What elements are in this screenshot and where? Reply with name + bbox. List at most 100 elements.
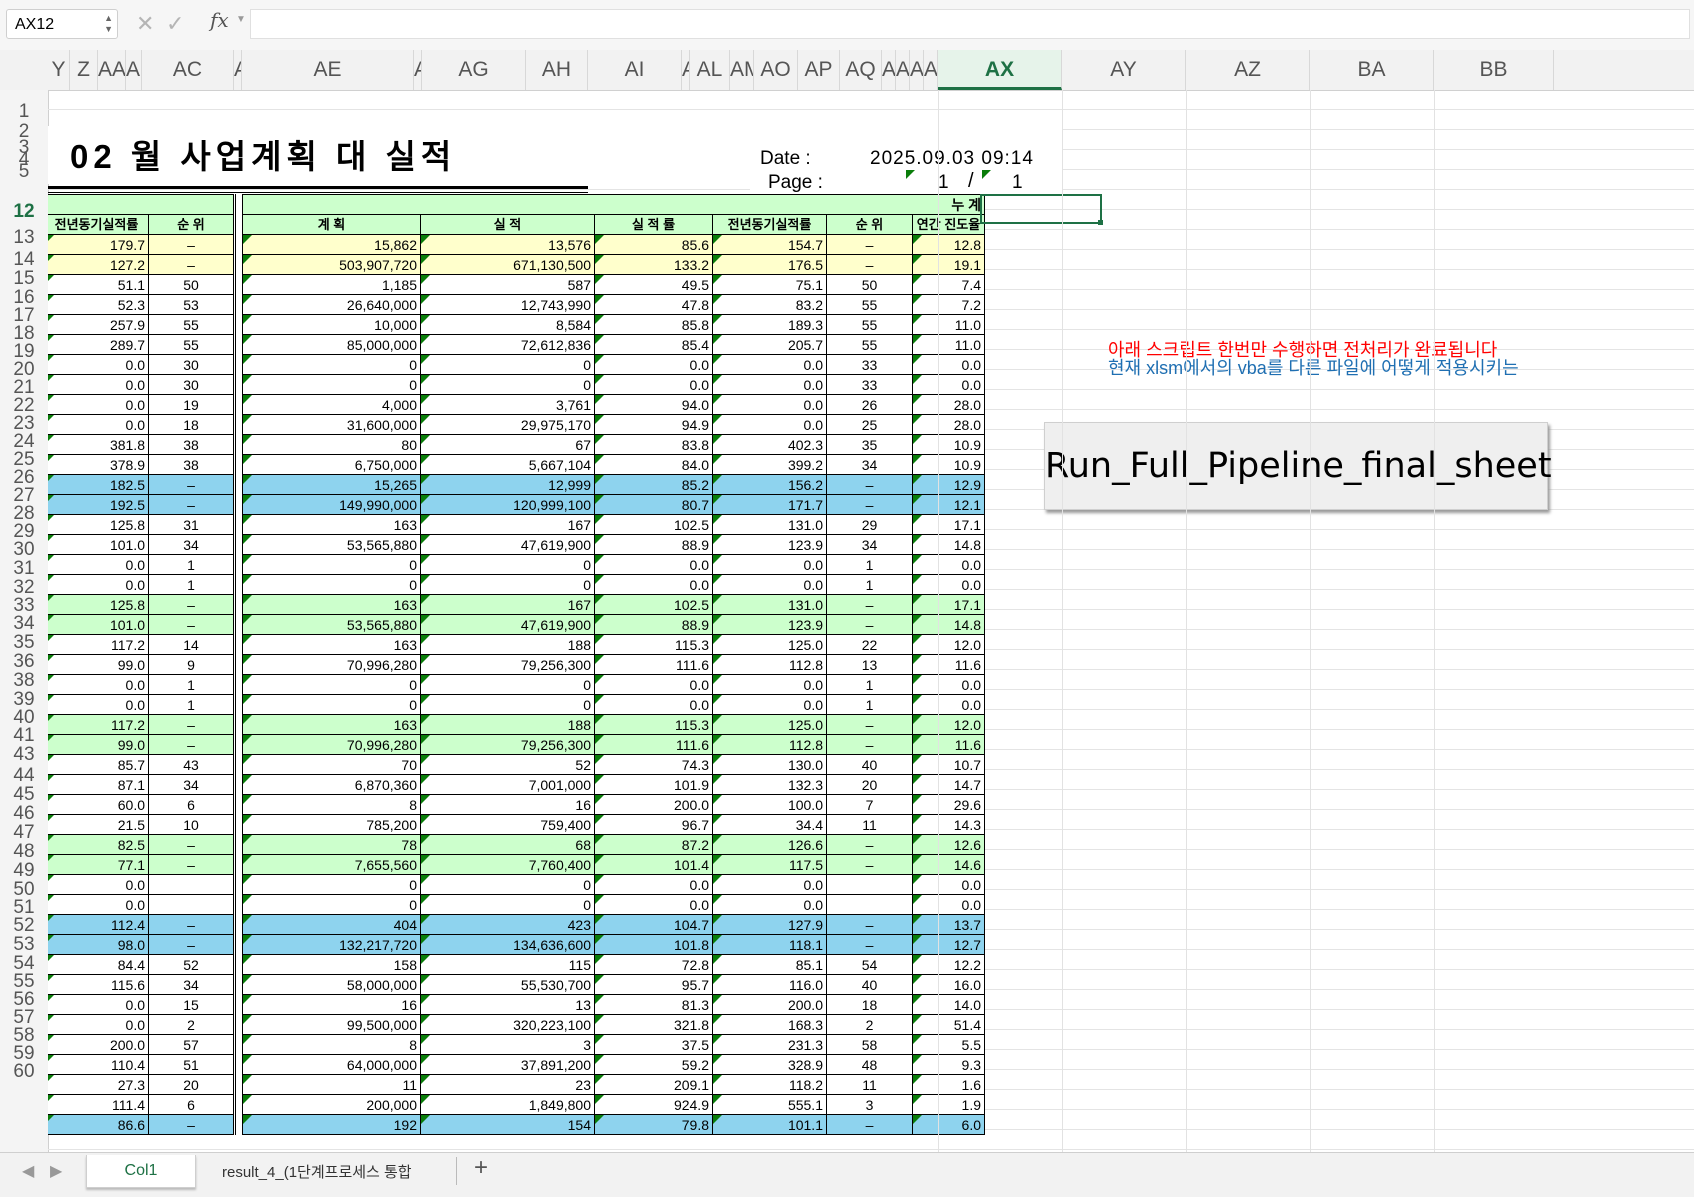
table-cell[interactable]: 0.0 (912, 354, 985, 375)
selected-cell[interactable] (980, 194, 1102, 224)
table-cell[interactable]: 6,750,000 (242, 454, 421, 475)
table-cell[interactable]: 1 (148, 694, 235, 715)
column-label[interactable]: 실 적 률 (594, 214, 713, 235)
table-cell[interactable]: 289.7 (48, 334, 149, 355)
table-cell[interactable]: 4,000 (242, 394, 421, 415)
row-header-36[interactable]: 36 (0, 652, 48, 671)
table-cell[interactable]: 101.4 (594, 854, 713, 875)
table-cell[interactable]: 1 (148, 554, 235, 575)
table-divider[interactable] (233, 194, 243, 1135)
table-cell[interactable]: 53,565,880 (242, 614, 421, 635)
table-cell[interactable]: 55 (826, 294, 913, 315)
table-cell[interactable]: 127.2 (48, 254, 149, 275)
column-header-ah[interactable]: AH (526, 50, 588, 90)
table-cell[interactable]: 189.3 (712, 314, 827, 335)
table-cell[interactable]: 0.0 (594, 874, 713, 895)
table-cell[interactable]: – (148, 594, 235, 615)
table-cell[interactable]: 154 (420, 1114, 595, 1135)
table-cell[interactable]: 0.0 (594, 354, 713, 375)
column-header-at[interactable]: AT (910, 50, 924, 90)
table-cell[interactable]: 40 (826, 754, 913, 775)
table-cell[interactable]: 72.8 (594, 954, 713, 975)
table-cell[interactable]: 257.9 (48, 314, 149, 335)
table-cell[interactable]: 1.6 (912, 1074, 985, 1095)
table-cell[interactable]: 77.1 (48, 854, 149, 875)
table-cell[interactable]: 123.9 (712, 614, 827, 635)
table-cell[interactable]: 28.0 (912, 414, 985, 435)
table-cell[interactable]: 0 (420, 554, 595, 575)
table-cell[interactable]: 8 (242, 794, 421, 815)
table-cell[interactable]: 116.0 (712, 974, 827, 995)
table-cell[interactable]: 38 (148, 454, 235, 475)
table-cell[interactable]: 101.9 (594, 774, 713, 795)
table-cell[interactable]: 0 (242, 874, 421, 895)
table-cell[interactable]: 0 (420, 874, 595, 895)
row-header-1[interactable]: 1 (0, 102, 48, 121)
table-cell[interactable]: 123.9 (712, 534, 827, 555)
table-cell[interactable]: 14.8 (912, 614, 985, 635)
column-header-a[interactable]: A (414, 50, 422, 90)
table-cell[interactable]: 125.0 (712, 634, 827, 655)
table-cell[interactable]: 26 (826, 394, 913, 415)
column-label[interactable]: 실 적 (420, 214, 595, 235)
table-cell[interactable]: 1 (826, 554, 913, 575)
table-cell[interactable]: 35 (826, 434, 913, 455)
table-cell[interactable]: 34 (826, 534, 913, 555)
table-cell[interactable]: – (148, 614, 235, 635)
table-cell[interactable]: 20 (826, 774, 913, 795)
table-cell[interactable]: 10.9 (912, 434, 985, 455)
table-cell[interactable]: – (148, 854, 235, 875)
table-cell[interactable]: 34 (148, 974, 235, 995)
table-cell[interactable]: 115.3 (594, 714, 713, 735)
table-cell[interactable]: 381.8 (48, 434, 149, 455)
table-cell[interactable]: 85.2 (594, 474, 713, 495)
table-cell[interactable]: 33 (826, 354, 913, 375)
column-header-y[interactable]: Y (48, 50, 70, 90)
function-icon[interactable]: fx (210, 8, 229, 32)
row-header-34[interactable]: 34 (0, 614, 48, 633)
table-cell[interactable]: – (826, 714, 913, 735)
table-cell[interactable]: 104.7 (594, 914, 713, 935)
table-cell[interactable]: 3 (420, 1034, 595, 1055)
table-cell[interactable]: 171.7 (712, 494, 827, 515)
table-cell[interactable]: 19.1 (912, 254, 985, 275)
table-cell[interactable]: 34 (148, 774, 235, 795)
table-cell[interactable]: 12.6 (912, 834, 985, 855)
table-cell[interactable]: 115.3 (594, 634, 713, 655)
table-cell[interactable]: 12,743,990 (420, 294, 595, 315)
table-cell[interactable]: 0.0 (712, 894, 827, 915)
table-cell[interactable]: 785,200 (242, 814, 421, 835)
tab-prev-icon[interactable]: ◀ (22, 1161, 34, 1181)
tab-result[interactable]: result_4_(1단계프로세스 통합 (222, 1161, 412, 1182)
table-cell[interactable]: 0.0 (48, 574, 149, 595)
formula-input[interactable] (250, 9, 1690, 39)
run-pipeline-button[interactable]: Run_Full_Pipeline_final_sheet (1044, 422, 1552, 510)
table-cell[interactable]: 80 (242, 434, 421, 455)
table-cell[interactable]: – (826, 494, 913, 515)
table-cell[interactable]: 21.5 (48, 814, 149, 835)
table-cell[interactable]: 29.6 (912, 794, 985, 815)
table-cell[interactable]: – (826, 834, 913, 855)
table-cell[interactable]: 1,849,800 (420, 1094, 595, 1115)
table-cell[interactable]: 8 (242, 1034, 421, 1055)
table-cell[interactable]: 15,265 (242, 474, 421, 495)
table-cell[interactable]: 0.0 (48, 374, 149, 395)
table-cell[interactable]: 110.4 (48, 1054, 149, 1075)
column-header-ax[interactable]: AX (938, 50, 1062, 90)
table-cell[interactable]: 205.7 (712, 334, 827, 355)
table-cell[interactable]: 75.1 (712, 274, 827, 295)
table-cell[interactable]: 96.7 (594, 814, 713, 835)
column-header-aq[interactable]: AQ (840, 50, 882, 90)
table-cell[interactable]: – (148, 914, 235, 935)
table-cell[interactable]: 98.0 (48, 934, 149, 955)
table-cell[interactable]: 118.2 (712, 1074, 827, 1095)
table-cell[interactable]: 99,500,000 (242, 1014, 421, 1035)
table-cell[interactable]: 0 (420, 694, 595, 715)
table-cell[interactable]: 14 (148, 634, 235, 655)
table-cell[interactable]: 0 (242, 354, 421, 375)
check-icon[interactable]: ✓ (166, 10, 184, 38)
table-cell[interactable]: 0.0 (48, 1014, 149, 1035)
table-cell[interactable]: 64,000,000 (242, 1054, 421, 1075)
table-cell[interactable]: 0 (420, 674, 595, 695)
column-header-a[interactable]: A (234, 50, 242, 90)
